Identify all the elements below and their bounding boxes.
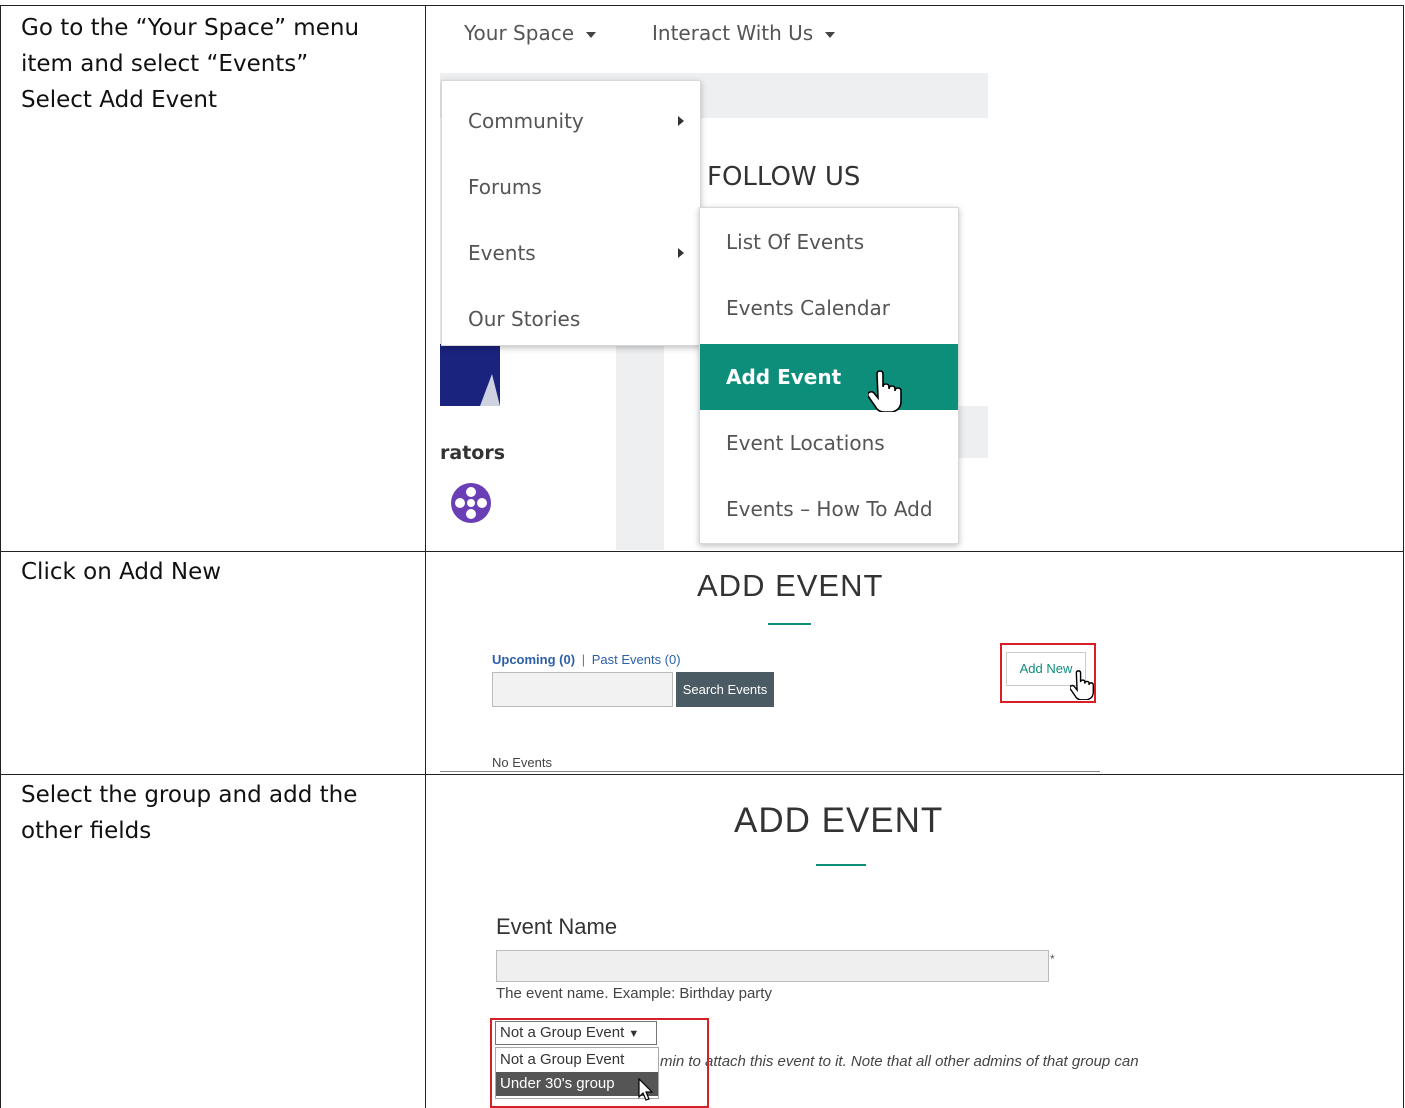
title-underline: [768, 623, 811, 625]
caret-down-icon: [825, 31, 836, 38]
upcoming-link[interactable]: Upcoming (0): [492, 652, 575, 667]
arrow-cursor-icon: [638, 1078, 654, 1101]
required-mark: *: [1050, 952, 1055, 966]
title-underline: [816, 864, 866, 866]
submenu-item-event-locations[interactable]: Event Locations: [700, 410, 958, 476]
group-note-partial: min to attach this event to it. Note tha…: [660, 1053, 1139, 1070]
image-shape-icon: [480, 374, 500, 406]
your-space-dropdown: Community Forums Events Our Stories: [441, 80, 701, 346]
hand-cursor-icon: [868, 370, 902, 412]
table-border-left: [0, 5, 1, 1108]
submenu-item-add-event[interactable]: Add Event: [700, 344, 958, 410]
past-events-link[interactable]: Past Events (0): [592, 652, 681, 667]
follow-us-heading: FOLLOW US: [707, 162, 861, 192]
submenu-item-label: Add Event: [726, 365, 842, 389]
group-select-highlight: [490, 1018, 709, 1108]
partial-image: [440, 344, 500, 406]
nav-interact-label: Interact With Us: [652, 21, 814, 45]
nav-interact[interactable]: Interact With Us: [652, 21, 836, 45]
table-row-divider-2: [0, 774, 1404, 775]
no-events-text: No Events: [492, 755, 552, 770]
page-background-block: [957, 406, 988, 458]
menu-screenshot: Your Space Interact With Us FOLLOW US ra…: [440, 8, 988, 550]
submenu-item-label: Event Locations: [726, 431, 885, 455]
nav-your-space-label: Your Space: [464, 21, 574, 45]
search-input[interactable]: [492, 672, 673, 707]
partial-heading: rators: [440, 442, 506, 464]
table-border-top: [0, 5, 1404, 6]
submenu-item-label: List Of Events: [726, 230, 865, 254]
hand-cursor-icon: [1070, 670, 1094, 700]
event-form-screenshot: ADD EVENT Event Name * The event name. E…: [440, 786, 1398, 1108]
step3-line-2: other fields: [21, 818, 152, 844]
table-border-right: [1403, 5, 1404, 1108]
event-filter-links: Upcoming (0) | Past Events (0): [492, 652, 681, 667]
step1-line-1: Go to the “Your Space” menu: [21, 15, 360, 41]
step1-line-3: Select Add Event: [21, 87, 217, 113]
group-logo-icon: [446, 478, 496, 533]
submenu-item-events-calendar[interactable]: Events Calendar: [700, 275, 958, 341]
add-new-screenshot: ADD EVENT Upcoming (0) | Past Events (0)…: [440, 556, 1100, 772]
submenu-item-events-how-to-add[interactable]: Events – How To Add: [700, 476, 958, 542]
menu-item-our-stories[interactable]: Our Stories: [468, 307, 580, 331]
step1-instructions: Go to the “Your Space” menu item and sel…: [21, 10, 401, 118]
page-title: ADD EVENT: [734, 801, 944, 840]
menu-item-events[interactable]: Events: [468, 241, 536, 265]
step1-line-2: item and select “Events”: [21, 51, 309, 77]
event-name-label: Event Name: [496, 914, 618, 939]
submenu-item-list-of-events[interactable]: List Of Events: [700, 209, 958, 275]
page-background-column: [616, 344, 664, 550]
page-title: ADD EVENT: [697, 568, 884, 603]
submenu-arrow-icon: [678, 248, 684, 258]
event-name-help: The event name. Example: Birthday party: [496, 985, 772, 1002]
event-name-input[interactable]: [496, 950, 1049, 982]
step3-instructions: Select the group and add the other field…: [21, 777, 401, 849]
events-submenu: List Of Events Events Calendar Add Event…: [699, 207, 959, 544]
link-separator: |: [581, 652, 586, 667]
step2-instructions: Click on Add New: [21, 554, 401, 590]
table-row-divider-1: [0, 551, 1404, 552]
menu-item-forums[interactable]: Forums: [468, 175, 542, 199]
step2-line-1: Click on Add New: [21, 559, 222, 585]
submenu-item-label: Events Calendar: [726, 296, 891, 320]
submenu-arrow-icon: [678, 116, 684, 126]
submenu-item-label: Events – How To Add: [726, 497, 933, 521]
caret-down-icon: [586, 31, 596, 38]
nav-your-space[interactable]: Your Space: [464, 21, 596, 45]
table-column-divider: [425, 5, 426, 1108]
search-events-button[interactable]: Search Events: [676, 672, 774, 707]
screenshot-bottom-edge: [440, 771, 1100, 772]
step3-line-1: Select the group and add the: [21, 782, 358, 808]
menu-item-community[interactable]: Community: [468, 109, 584, 133]
